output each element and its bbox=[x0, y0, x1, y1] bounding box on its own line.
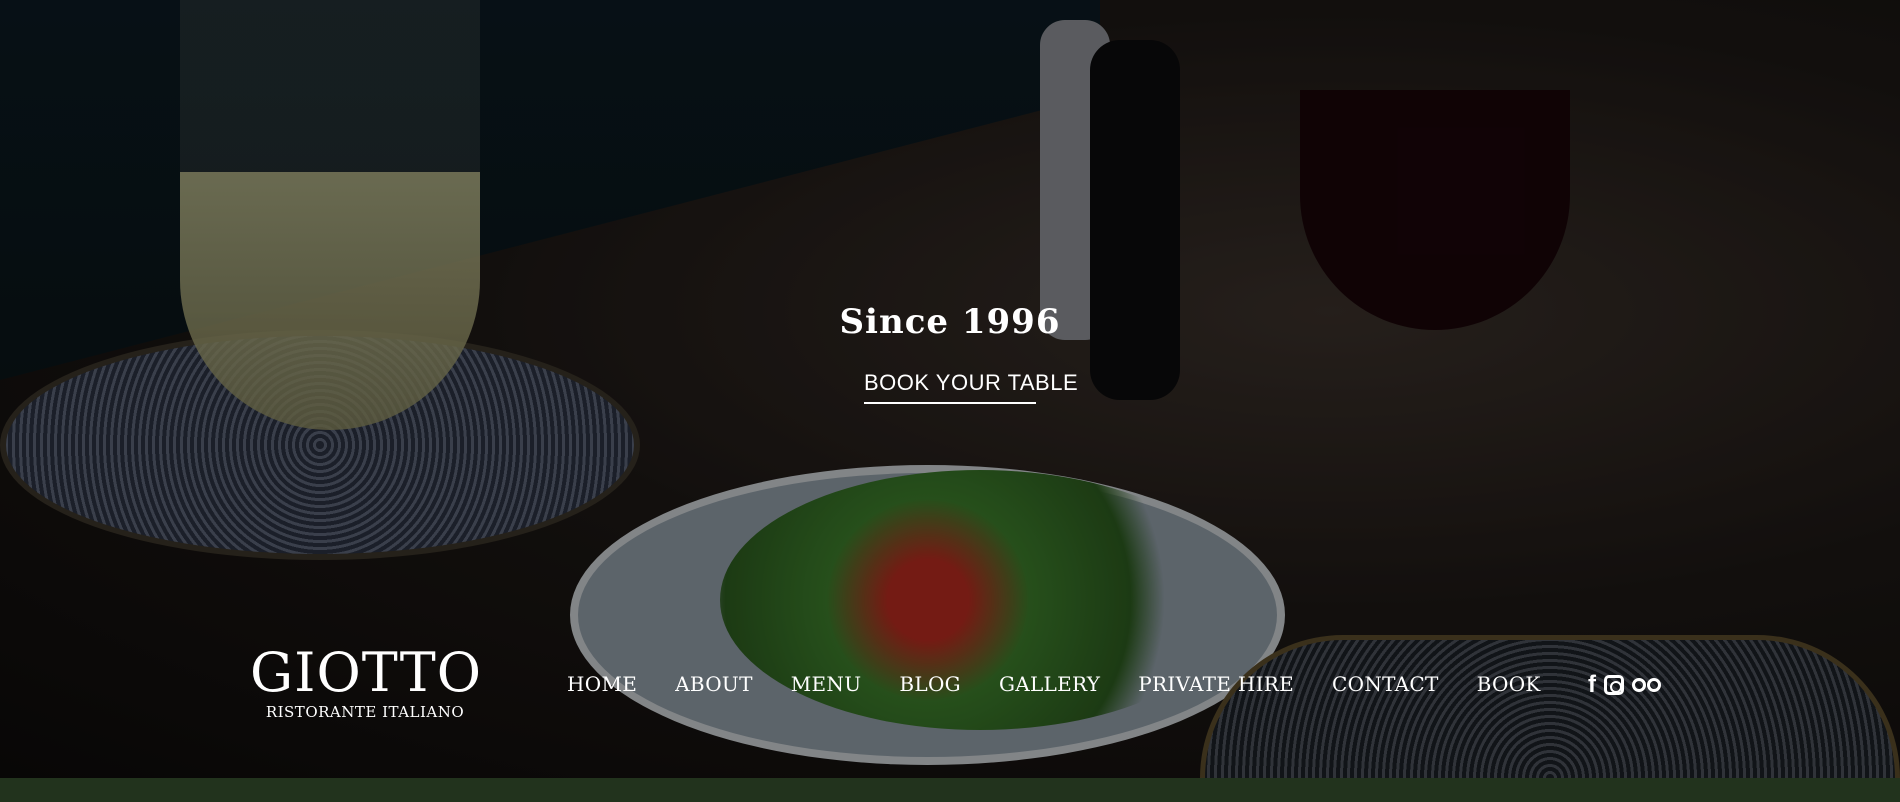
hero-banner: Since 1996 BOOK YOUR TABLE GIOTTO RISTOR… bbox=[0, 0, 1900, 778]
nav-private-hire[interactable]: PRIVATE HIRE bbox=[1138, 672, 1294, 696]
nav-about[interactable]: ABOUT bbox=[675, 672, 753, 696]
nav-book[interactable]: BOOK bbox=[1477, 672, 1541, 696]
book-your-table-link[interactable]: BOOK YOUR TABLE bbox=[864, 370, 1078, 404]
nav-home[interactable]: HOME bbox=[567, 672, 637, 696]
logo-subtitle: RISTORANTE ITALIANO bbox=[265, 703, 465, 721]
social-links: f bbox=[1588, 672, 1664, 698]
nav-gallery[interactable]: GALLERY bbox=[999, 672, 1100, 696]
nav-contact[interactable]: CONTACT bbox=[1332, 672, 1439, 696]
instagram-icon[interactable] bbox=[1604, 675, 1624, 695]
facebook-icon[interactable]: f bbox=[1588, 672, 1596, 698]
hero-tagline: Since 1996 bbox=[839, 302, 1061, 342]
logo[interactable]: GIOTTO RISTORANTE ITALIANO bbox=[250, 641, 483, 722]
main-nav: HOME ABOUT MENU BLOG GALLERY PRIVATE HIR… bbox=[567, 672, 1541, 696]
footer-bar bbox=[0, 778, 1900, 802]
nav-blog[interactable]: BLOG bbox=[899, 672, 961, 696]
tripadvisor-icon[interactable] bbox=[1632, 675, 1664, 695]
nav-menu[interactable]: MENU bbox=[791, 672, 862, 696]
logo-name: GIOTTO bbox=[250, 641, 483, 704]
